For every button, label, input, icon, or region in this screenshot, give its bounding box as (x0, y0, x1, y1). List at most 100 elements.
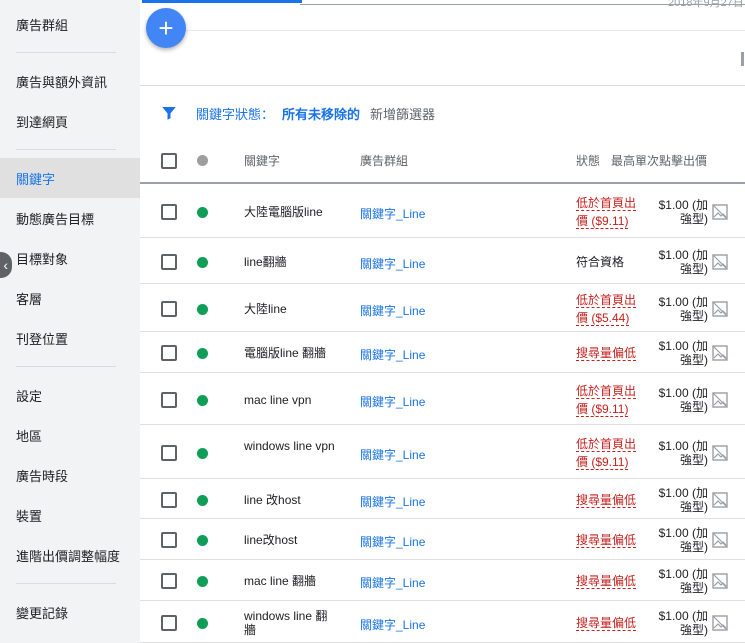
status-enabled-dot-icon[interactable] (197, 304, 208, 315)
sidebar-item-placements[interactable]: 刊登位置 (0, 318, 140, 358)
keyword-text[interactable]: 大陸line (244, 302, 339, 316)
status-enabled-dot-icon[interactable] (197, 618, 208, 629)
status-text[interactable]: 低於首頁出價 ($5.44) (576, 291, 646, 327)
status-text[interactable]: 搜尋量偏低 (576, 614, 646, 632)
image-unavailable-icon[interactable] (712, 301, 728, 317)
sidebar-item-ad-schedule[interactable]: 廣告時段 (0, 455, 140, 495)
image-unavailable-icon[interactable] (712, 204, 728, 220)
status-enabled-dot-icon[interactable] (197, 207, 208, 218)
status-text[interactable]: 搜尋量偏低 (576, 344, 646, 362)
row-checkbox[interactable] (161, 492, 177, 508)
status-text[interactable]: 搜尋量偏低 (576, 491, 646, 509)
sidebar-item-keywords[interactable]: 關鍵字 (0, 158, 140, 198)
max-cpc-value[interactable]: $1.00 (加 強型) (656, 248, 708, 276)
status-enabled-dot-icon[interactable] (197, 576, 208, 587)
keyword-text[interactable]: line 改host (244, 493, 339, 507)
status-text[interactable]: 搜尋量偏低 (576, 572, 646, 590)
image-unavailable-icon[interactable] (712, 532, 728, 548)
date-range-text[interactable]: 2018年9月27日 (668, 0, 744, 10)
sidebar-item-demographics[interactable]: 客層 (0, 278, 140, 318)
keyword-text[interactable]: mac line 翻牆 (244, 574, 339, 588)
table-row[interactable]: windows line 翻牆 關鍵字_Line 搜尋量偏低 $1.00 (加 強型) (140, 602, 745, 643)
add-filter-button[interactable]: 新增篩選器 (370, 104, 435, 123)
image-unavailable-icon[interactable] (712, 573, 728, 589)
row-checkbox[interactable] (161, 345, 177, 361)
table-row[interactable]: windows line vpn 關鍵字_Line 低於首頁出價 ($9.11) $1… (140, 426, 745, 479)
keyword-text[interactable]: windows line vpn (244, 439, 339, 453)
status-text[interactable]: 符合資格 (576, 253, 646, 271)
ad-group-link[interactable]: 關鍵字_Line (360, 574, 425, 591)
status-enabled-dot-icon[interactable] (197, 448, 208, 459)
table-row[interactable]: line改host 關鍵字_Line 搜尋量偏低 $1.00 (加 強型) (140, 520, 745, 560)
table-row[interactable]: line 改host 關鍵字_Line 搜尋量偏低 $1.00 (加 強型) (140, 480, 745, 519)
image-unavailable-icon[interactable] (712, 254, 728, 270)
sidebar-item-change-history[interactable]: 變更記錄 (0, 592, 140, 632)
max-cpc-value[interactable]: $1.00 (加 強型) (656, 486, 708, 514)
image-unavailable-icon[interactable] (712, 392, 728, 408)
ad-group-link[interactable]: 關鍵字_Line (360, 393, 425, 410)
row-checkbox[interactable] (161, 301, 177, 317)
row-checkbox[interactable] (161, 615, 177, 631)
filter-icon[interactable] (160, 104, 178, 122)
table-row[interactable]: line翻牆 關鍵字_Line 符合資格 $1.00 (加 強型) (140, 239, 745, 284)
status-enabled-dot-icon[interactable] (197, 348, 208, 359)
table-row[interactable]: 大陸line 關鍵字_Line 低於首頁出價 ($5.44) $1.00 (加 強型) (140, 285, 745, 332)
table-row[interactable]: 大陸電腦版line 關鍵字_Line 低於首頁出價 ($9.11) $1.00 (加強… (140, 186, 745, 238)
add-keyword-button[interactable]: + (146, 8, 186, 48)
status-text[interactable]: 低於首頁出價 ($9.11) (576, 435, 646, 471)
row-checkbox[interactable] (161, 445, 177, 461)
max-cpc-value[interactable]: $1.00 (加 強型) (656, 439, 708, 467)
column-header-keyword[interactable]: 關鍵字 (244, 152, 280, 169)
sidebar-item-audiences[interactable]: 目標對象 (0, 238, 140, 278)
status-enabled-dot-icon[interactable] (197, 535, 208, 546)
max-cpc-value[interactable]: $1.00 (加 強型) (656, 386, 708, 414)
ad-group-link[interactable]: 關鍵字_Line (360, 446, 425, 463)
image-unavailable-icon[interactable] (712, 615, 728, 631)
keyword-text[interactable]: mac line vpn (244, 393, 339, 407)
keyword-text[interactable]: 電腦版line 翻牆 (244, 346, 339, 360)
max-cpc-value[interactable]: $1.00 (加 強型) (656, 295, 708, 323)
select-all-checkbox[interactable] (161, 153, 177, 169)
sidebar-item-advanced-bid-adjustments[interactable]: 進階出價調整幅度 (0, 535, 140, 575)
max-cpc-value[interactable]: $1.00 (加 強型) (656, 609, 708, 637)
max-cpc-value[interactable]: $1.00 (加 強型) (656, 567, 708, 595)
column-header-status[interactable]: 狀態 (576, 152, 600, 169)
keyword-text[interactable]: line改host (244, 533, 339, 547)
sidebar-item-locations[interactable]: 地區 (0, 415, 140, 455)
row-checkbox[interactable] (161, 204, 177, 220)
sidebar-item-ads-extensions[interactable]: 廣告與額外資訊 (0, 61, 140, 101)
sidebar-item-settings[interactable]: 設定 (0, 375, 140, 415)
sidebar-item-devices[interactable]: 裝置 (0, 495, 140, 535)
status-enabled-dot-icon[interactable] (197, 495, 208, 506)
max-cpc-value[interactable]: $1.00 (加 強型) (656, 526, 708, 554)
filter-label[interactable]: 關鍵字狀態： (196, 104, 274, 123)
table-row[interactable]: 電腦版line 翻牆 關鍵字_Line 搜尋量偏低 $1.00 (加 強型) (140, 333, 745, 373)
row-checkbox[interactable] (161, 254, 177, 270)
table-row[interactable]: mac line vpn 關鍵字_Line 低於首頁出價 ($9.11) $1.00 … (140, 374, 745, 425)
column-header-max-cpc[interactable]: 最高單次點擊出價 (611, 152, 707, 169)
ad-group-link[interactable]: 關鍵字_Line (360, 302, 425, 319)
max-cpc-value[interactable]: $1.00 (加 強型) (656, 339, 708, 367)
status-text[interactable]: 低於首頁出價 ($9.11) (576, 382, 646, 418)
status-text[interactable]: 低於首頁出價 ($9.11) (576, 194, 646, 230)
ad-group-link[interactable]: 關鍵字_Line (360, 205, 425, 222)
row-checkbox[interactable] (161, 573, 177, 589)
ad-group-link[interactable]: 關鍵字_Line (360, 255, 425, 272)
row-checkbox[interactable] (161, 392, 177, 408)
status-enabled-dot-icon[interactable] (197, 257, 208, 268)
filter-value[interactable]: 所有未移除的 (282, 104, 360, 123)
image-unavailable-icon[interactable] (712, 445, 728, 461)
max-cpc-value[interactable]: $1.00 (加 強型) (656, 198, 708, 226)
keyword-text[interactable]: windows line 翻牆 (244, 609, 339, 637)
ad-group-link[interactable]: 關鍵字_Line (360, 346, 425, 363)
ad-group-link[interactable]: 關鍵字_Line (360, 493, 425, 510)
image-unavailable-icon[interactable] (712, 492, 728, 508)
row-checkbox[interactable] (161, 532, 177, 548)
keyword-text[interactable]: line翻牆 (244, 255, 339, 269)
column-header-ad-group[interactable]: 廣告群組 (360, 152, 408, 169)
ad-group-link[interactable]: 關鍵字_Line (360, 616, 425, 633)
sidebar-item-ad-groups[interactable]: 廣告群組 (0, 4, 140, 44)
sidebar-item-landing-pages[interactable]: 到達網頁 (0, 101, 140, 141)
table-row[interactable]: mac line 翻牆 關鍵字_Line 搜尋量偏低 $1.00 (加 強型) (140, 561, 745, 601)
status-text[interactable]: 搜尋量偏低 (576, 531, 646, 549)
